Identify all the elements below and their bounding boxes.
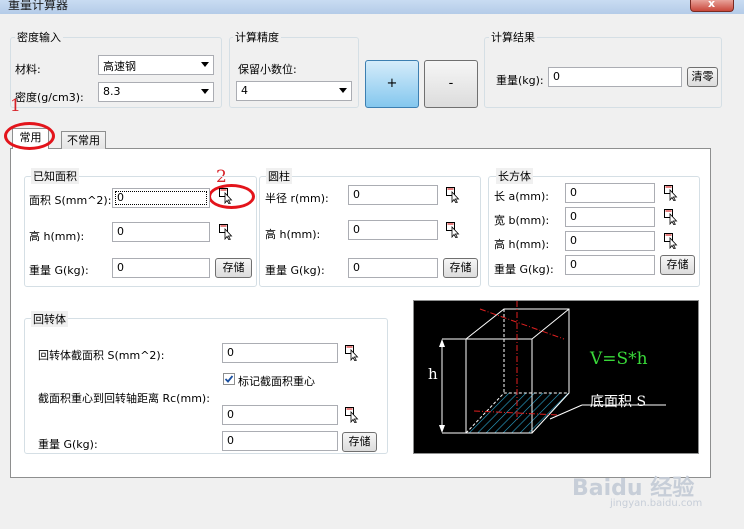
tab-uncommon[interactable]: 不常用 (61, 131, 106, 149)
result-group-title: 计算结果 (489, 29, 537, 45)
section-area-input[interactable]: 0 (222, 343, 338, 363)
pick-cyl-height-icon[interactable] (446, 222, 460, 239)
area-input[interactable]: 0 (112, 188, 210, 208)
density-select[interactable]: 8.3 (98, 82, 214, 102)
rev-weight-output[interactable]: 0 (222, 431, 338, 451)
cyl-height-label: 高 h(mm): (265, 228, 321, 241)
check-icon (224, 375, 234, 383)
pick-width-icon[interactable] (664, 209, 678, 226)
watermark-url: jingyan.baidu.com (610, 498, 703, 509)
store-button[interactable]: 存储 (215, 258, 252, 278)
cub-store-button[interactable]: 存储 (660, 255, 695, 275)
calculator-window: 重量计算器 x 密度输入 材料: 高速钢 密度(g/cm3): 8.3 计算精度… (0, 0, 744, 529)
length-label: 长 a(mm): (494, 190, 549, 203)
cub-weight-label: 重量 G(kg): (494, 263, 554, 276)
formula-diagram: h V=S*h 底面积 S (413, 300, 699, 454)
pick-area-icon[interactable] (219, 188, 233, 205)
annotation-mark-1: 1 (10, 96, 21, 116)
area-label: 面积 S(mm^2): (29, 194, 112, 207)
cylinder-title: 圆柱 (266, 168, 292, 184)
window-title: 重量计算器 (8, 0, 69, 12)
decimals-select[interactable]: 4 (236, 81, 352, 101)
pick-section-area-icon[interactable] (345, 345, 359, 362)
revolution-title: 回转体 (31, 311, 68, 327)
height-mark: h (428, 365, 438, 383)
pick-height-icon[interactable] (219, 224, 233, 241)
rev-store-button[interactable]: 存储 (342, 432, 377, 452)
chevron-down-icon (339, 88, 347, 93)
density-label: 密度(g/cm3): (15, 91, 84, 104)
close-button[interactable]: x (690, 0, 734, 12)
base-area-label: 底面积 S (590, 394, 647, 410)
title-bar: 重量计算器 x (0, 0, 744, 14)
weight-label: 重量 G(kg): (29, 264, 89, 277)
cyl-weight-label: 重量 G(kg): (265, 264, 325, 277)
known-area-title: 已知面积 (31, 168, 79, 184)
width-input[interactable]: 0 (565, 207, 655, 227)
mark-centroid-checkbox[interactable] (223, 373, 235, 385)
precision-group-title: 计算精度 (233, 29, 281, 45)
radius-input[interactable]: 0 (348, 185, 438, 205)
increase-precision-button[interactable]: + (365, 60, 419, 108)
volume-formula: V=S*h (590, 349, 648, 369)
material-label: 材料: (15, 63, 41, 76)
close-icon: x (708, 0, 716, 10)
width-label: 宽 b(mm): (494, 214, 550, 227)
cyl-store-button[interactable]: 存储 (443, 258, 478, 278)
pick-distance-icon[interactable] (345, 407, 359, 424)
pick-radius-icon[interactable] (446, 187, 460, 204)
chevron-down-icon (201, 89, 209, 94)
density-select-value: 8.3 (103, 85, 121, 98)
cyl-weight-output[interactable]: 0 (348, 258, 438, 278)
pick-cub-height-icon[interactable] (664, 233, 678, 250)
height-label: 高 h(mm): (29, 230, 85, 243)
material-select-value: 高速钢 (103, 60, 136, 73)
annotation-ring-1 (4, 122, 55, 150)
distance-label: 截面积重心到回转轴距离 Rc(mm): (38, 392, 210, 405)
chevron-down-icon (201, 62, 209, 67)
cyl-height-input[interactable]: 0 (348, 220, 438, 240)
pick-length-icon[interactable] (664, 185, 678, 202)
cuboid-title: 长方体 (496, 168, 533, 184)
material-select[interactable]: 高速钢 (98, 55, 214, 75)
length-input[interactable]: 0 (565, 183, 655, 203)
decrease-precision-button[interactable]: - (424, 60, 478, 108)
mark-centroid-label: 标记截面积重心 (238, 375, 315, 388)
result-weight-field[interactable]: 0 (548, 67, 682, 87)
decimals-select-value: 4 (241, 84, 248, 97)
density-group-title: 密度输入 (15, 29, 63, 45)
cub-height-label: 高 h(mm): (494, 238, 550, 251)
height-input[interactable]: 0 (112, 222, 210, 242)
cub-height-input[interactable]: 0 (565, 231, 655, 251)
weight-output[interactable]: 0 (112, 258, 210, 278)
cub-weight-output[interactable]: 0 (565, 255, 655, 275)
rev-weight-label: 重量 G(kg): (38, 438, 98, 451)
result-weight-label: 重量(kg): (496, 74, 544, 87)
section-area-label: 回转体截面积 S(mm^2): (38, 349, 165, 362)
clear-button[interactable]: 清零 (687, 67, 718, 87)
radius-label: 半径 r(mm): (265, 192, 329, 205)
distance-input[interactable]: 0 (222, 405, 338, 425)
decimals-label: 保留小数位: (238, 63, 297, 76)
